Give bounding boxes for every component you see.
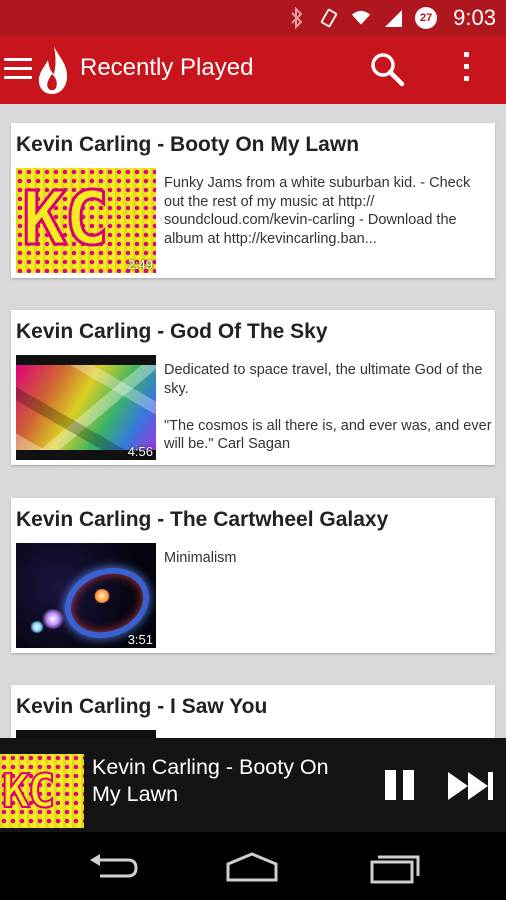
thumbnail-logo-text: KC — [20, 175, 110, 264]
thumbnail-logo-text: KC — [1, 763, 56, 819]
wifi-icon — [351, 8, 371, 28]
recently-played-list[interactable]: Kevin Carling - Booty On My Lawn KC 2:49… — [0, 104, 506, 738]
video-card[interactable]: Kevin Carling - Booty On My Lawn KC 2:49… — [11, 123, 495, 278]
video-duration: 3:51 — [127, 632, 153, 647]
video-card[interactable]: Kevin Carling - The Cartwheel Galaxy 3:5… — [11, 498, 495, 653]
now-playing-bar[interactable]: KC Kevin Carling - Booty On My Lawn — [0, 738, 506, 832]
video-description: Dedicated to space travel, the ultimate … — [164, 362, 492, 452]
video-thumbnail[interactable]: KC 2:49 — [16, 168, 156, 273]
bluetooth-icon — [287, 7, 307, 29]
video-title[interactable]: Kevin Carling - The Cartwheel Galaxy — [16, 508, 388, 532]
video-title[interactable]: Kevin Carling - I Saw You — [16, 695, 267, 719]
video-card[interactable]: Kevin Carling - God Of The Sky 4:56 Dedi… — [11, 310, 495, 465]
overflow-menu-icon[interactable] — [456, 52, 476, 88]
status-icons: 27 9:03 — [287, 4, 496, 32]
pause-icon[interactable] — [385, 770, 417, 802]
clock: 9:03 — [453, 5, 496, 30]
video-duration: 4:56 — [127, 444, 153, 459]
now-playing-title[interactable]: Kevin Carling - Booty On My Lawn — [92, 754, 362, 808]
video-card[interactable]: Kevin Carling - I Saw You — [11, 685, 495, 738]
menu-icon[interactable] — [4, 58, 32, 82]
recent-apps-icon[interactable] — [366, 850, 426, 884]
video-description: Funky Jams from a white suburban kid. - … — [164, 175, 471, 247]
video-title[interactable]: Kevin Carling - God Of The Sky — [16, 320, 328, 344]
video-thumbnail[interactable]: 3:51 — [16, 543, 156, 648]
signal-icon — [383, 8, 403, 28]
system-nav-bar — [0, 832, 506, 900]
video-description: Minimalism — [164, 550, 237, 566]
notification-count-badge: 27 — [415, 7, 438, 29]
vibrate-icon — [319, 8, 339, 28]
page-title: Recently Played — [80, 54, 254, 81]
video-thumbnail[interactable]: 4:56 — [16, 355, 156, 460]
search-icon[interactable] — [368, 50, 408, 90]
home-icon[interactable] — [222, 850, 282, 884]
video-title[interactable]: Kevin Carling - Booty On My Lawn — [16, 133, 359, 157]
back-icon[interactable] — [84, 850, 144, 884]
video-duration: 2:49 — [127, 257, 153, 272]
video-thumbnail[interactable] — [16, 730, 156, 738]
flame-logo-icon[interactable] — [36, 44, 70, 96]
app-bar: Recently Played — [0, 36, 506, 104]
now-playing-thumbnail[interactable]: KC — [0, 754, 84, 828]
skip-next-icon[interactable] — [448, 772, 494, 800]
status-bar: 27 9:03 — [0, 0, 506, 36]
